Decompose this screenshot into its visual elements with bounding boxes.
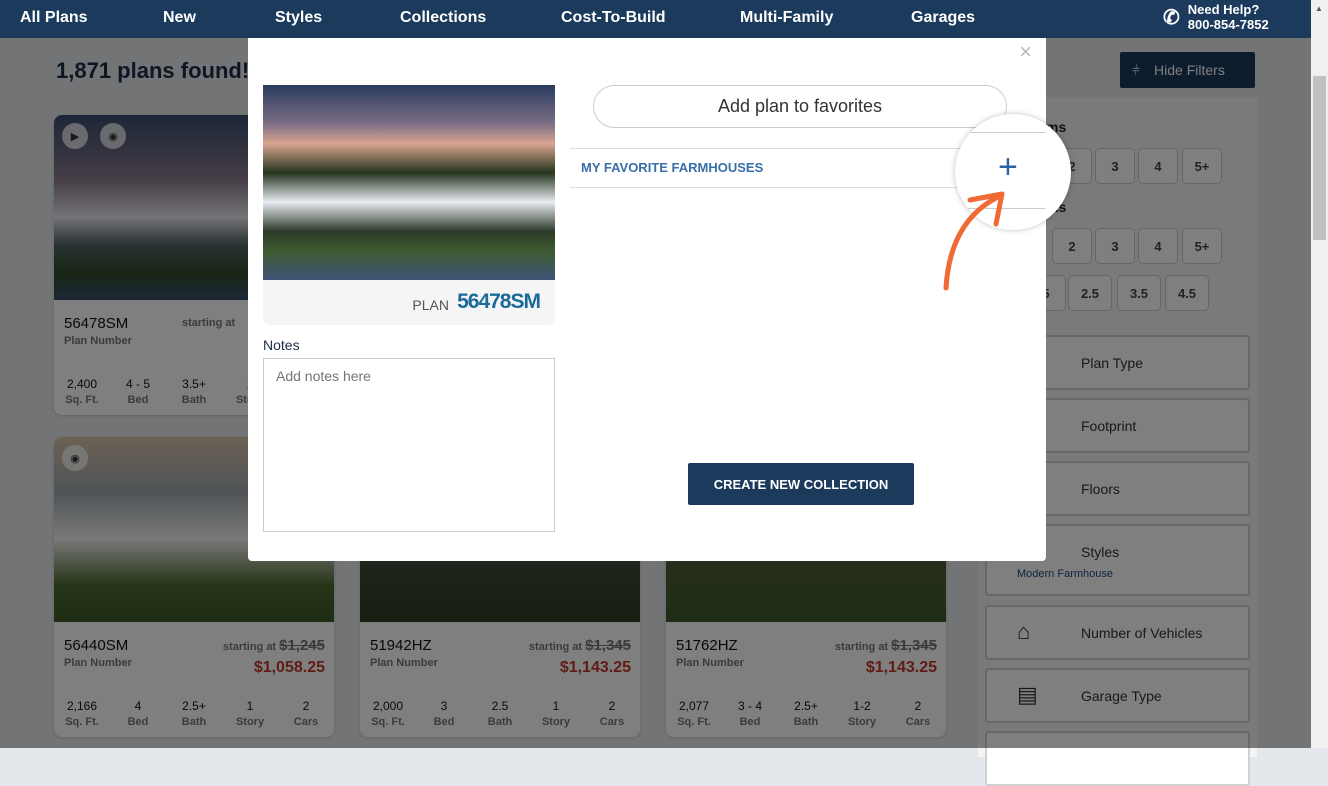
add-to-favorites-button[interactable]: Add plan to favorites	[593, 85, 1007, 128]
plan-image	[263, 85, 555, 280]
nav-new[interactable]: New	[163, 9, 196, 27]
top-nav: All Plans New Styles Collections Cost-To…	[0, 0, 1311, 38]
nav-collections[interactable]: Collections	[400, 9, 486, 27]
scrollbar[interactable]: ▲	[1311, 0, 1328, 748]
notes-label: Notes	[263, 337, 300, 353]
divider	[955, 132, 1045, 133]
orange-arrow-icon	[943, 191, 1005, 291]
nav-all-plans[interactable]: All Plans	[20, 9, 88, 27]
nav-styles[interactable]: Styles	[275, 9, 322, 27]
help-phone[interactable]: 800-854-7852	[1188, 17, 1269, 32]
help-label: Need Help?	[1187, 2, 1260, 17]
favorites-modal: × PLAN 56478SM Notes Add plan to favorit…	[248, 31, 1046, 561]
collection-item[interactable]: MY FAVORITE FARMHOUSES	[581, 160, 763, 175]
scrollbar-thumb[interactable]	[1313, 76, 1326, 240]
help-contact[interactable]: ✆ Need Help? 800-854-7852	[1163, 2, 1269, 32]
nav-cost-to-build[interactable]: Cost-To-Build	[561, 9, 666, 27]
nav-multi-family[interactable]: Multi-Family	[740, 9, 833, 27]
plan-number: 56478SM	[457, 290, 541, 313]
scroll-up-icon[interactable]: ▲	[1315, 4, 1323, 13]
create-collection-button[interactable]: CREATE NEW COLLECTION	[688, 463, 914, 505]
plan-label: PLAN	[412, 297, 449, 313]
close-icon[interactable]: ×	[1019, 39, 1032, 65]
notes-input[interactable]	[263, 358, 555, 532]
plan-caption: PLAN 56478SM	[263, 280, 555, 325]
phone-icon: ✆	[1163, 6, 1180, 29]
nav-garages[interactable]: Garages	[911, 9, 975, 27]
